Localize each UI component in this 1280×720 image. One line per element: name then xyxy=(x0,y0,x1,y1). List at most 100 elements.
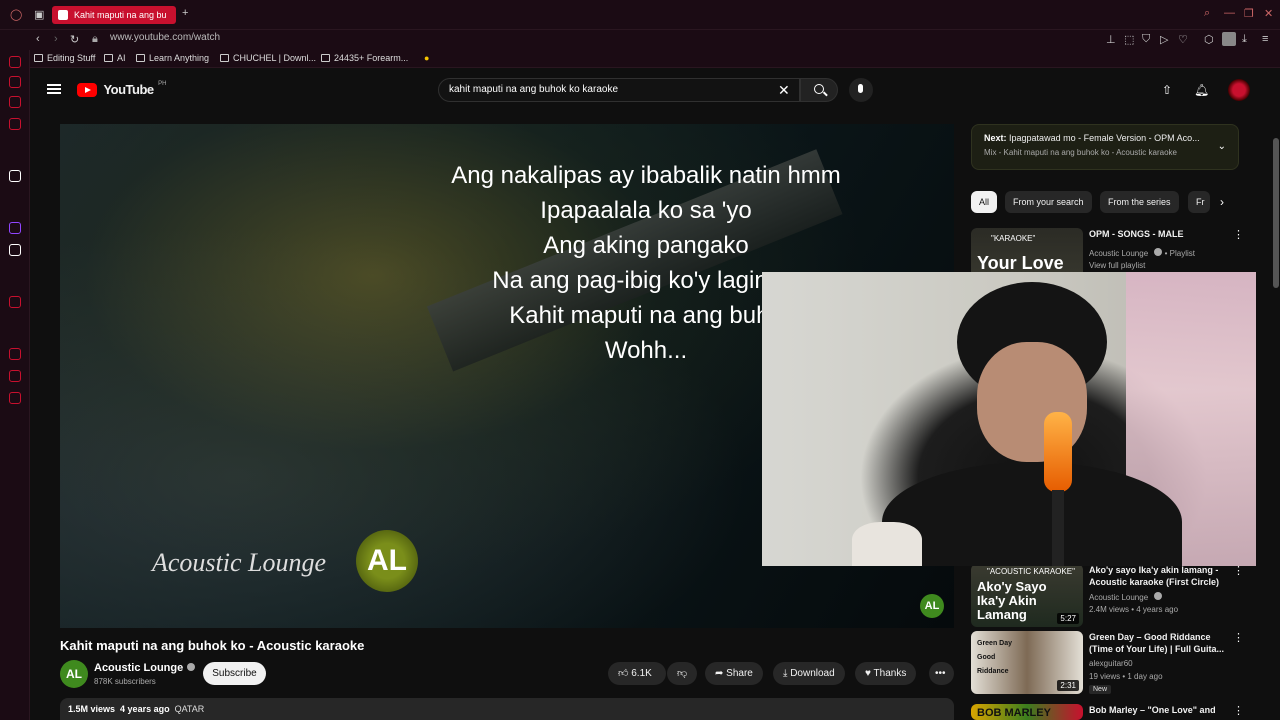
list-item[interactable]: "ACOUSTIC KARAOKE" Ako'y Sayo Ika'y Akin… xyxy=(971,564,1271,634)
forward-icon[interactable]: › xyxy=(54,33,58,45)
tab-title: Kahit maputi na ang bu xyxy=(74,10,167,20)
close-window-icon[interactable]: ✕ xyxy=(1264,7,1273,20)
opera-logo-icon[interactable]: ◯ xyxy=(10,8,22,21)
channel-branding-icon[interactable]: AL xyxy=(920,594,944,618)
channel-watermark: Acoustic Lounge xyxy=(152,548,327,577)
description-box[interactable]: 1.5M views 4 years ago QATAR xyxy=(60,698,954,720)
upload-icon[interactable]: ⇧ xyxy=(1162,83,1172,97)
dislike-button[interactable]: 👎︎ xyxy=(667,662,697,685)
chevron-right-icon[interactable]: › xyxy=(1220,195,1224,209)
new-tab-icon[interactable]: + xyxy=(182,7,188,19)
media-icon[interactable] xyxy=(9,118,21,130)
youtube-play-icon xyxy=(77,82,97,97)
verified-icon xyxy=(187,663,196,671)
search-input[interactable]: kahit maputi na ang buhok ko karaoke xyxy=(438,78,800,102)
whatsapp-icon[interactable] xyxy=(9,96,21,108)
snapshot-icon[interactable]: ⬚ xyxy=(1124,33,1134,46)
up-next-mix-panel[interactable]: Next: Ipagpatawad mo - Female Version - … xyxy=(971,124,1239,170)
more-horizontal-icon: ••• xyxy=(935,668,946,679)
bookmark-chuchel[interactable]: CHUCHEL | Downl... xyxy=(220,53,316,63)
channel-avatar[interactable]: AL xyxy=(60,660,88,688)
verified-icon xyxy=(1154,248,1163,256)
channel-name-link[interactable]: Acoustic Lounge xyxy=(94,662,196,674)
search-button[interactable] xyxy=(800,78,838,102)
extensions-icon[interactable]: ⬡ xyxy=(1204,33,1214,46)
maximize-icon[interactable]: ❐ xyxy=(1244,7,1254,20)
hamburger-menu-icon[interactable] xyxy=(47,84,61,94)
rec-title[interactable]: Bob Marley – "One Love" and xyxy=(1089,704,1229,716)
rec-title[interactable]: Ako'y sayo Ika'y akin lamang - Acoustic … xyxy=(1089,564,1229,588)
address-bar: ‹ › ↻ 🔒︎ www.youtube.com/watch ⊥ ⬚ ⛉ ▷ ♡… xyxy=(0,30,1280,50)
list-item[interactable]: Green Day Good Riddance 2:31 Green Day –… xyxy=(971,631,1271,701)
chevron-down-icon[interactable]: ⌄ xyxy=(1218,141,1226,152)
download-button[interactable]: ⤓ Download xyxy=(773,662,845,685)
bookmark-learn-anything[interactable]: Learn Anything xyxy=(136,53,209,63)
page-icon xyxy=(220,54,229,62)
subscribe-button[interactable]: Subscribe xyxy=(203,662,266,685)
rec-stats: 2.4M views • 4 years ago xyxy=(1089,605,1179,614)
youtube-logo[interactable]: YouTube PH xyxy=(77,81,166,99)
rec-thumbnail[interactable]: BOB MARLEY xyxy=(971,704,1083,720)
x-icon[interactable] xyxy=(9,244,21,256)
player-icon[interactable]: ▷ xyxy=(1160,33,1168,46)
share-button[interactable]: ➦ Share xyxy=(705,662,763,685)
bookmarks-bar: Editing Stuff AI Learn Anything CHUCHEL … xyxy=(0,50,1280,68)
thanks-button[interactable]: ♥ Thanks xyxy=(855,662,917,685)
like-button[interactable]: 👍︎ 6.1K xyxy=(608,662,666,685)
messenger-icon[interactable] xyxy=(9,76,21,88)
shield-icon[interactable]: ⛉ xyxy=(1142,33,1150,46)
rec-thumbnail[interactable]: Green Day Good Riddance 2:31 xyxy=(971,631,1083,694)
flow-icon[interactable] xyxy=(9,56,21,68)
chip-more[interactable]: Fr xyxy=(1188,191,1210,213)
more-vertical-icon[interactable]: ⋮ xyxy=(1233,631,1244,644)
pin-icon[interactable]: ⊥ xyxy=(1106,33,1116,46)
page-scrollbar[interactable] xyxy=(1273,138,1279,288)
history-icon[interactable] xyxy=(9,348,21,360)
more-vertical-icon[interactable]: ⋮ xyxy=(1233,228,1244,241)
verified-icon xyxy=(1154,592,1163,600)
twitch-icon[interactable] xyxy=(9,222,21,234)
download-icon[interactable]: ⤓ xyxy=(1242,33,1247,46)
rec-title[interactable]: OPM - SONGS - MALE xyxy=(1089,228,1229,240)
bookmark-ai[interactable]: AI xyxy=(104,53,126,63)
bookmark-forearm[interactable]: 24435+ Forearm... xyxy=(321,53,408,63)
tab-youtube[interactable]: Kahit maputi na ang bu xyxy=(52,6,176,24)
player-sidebar-icon[interactable] xyxy=(9,296,21,308)
browser-tab-bar: ◯ ▣ Kahit maputi na ang bu + ⌕ — ❐ ✕ xyxy=(0,0,1280,30)
list-item[interactable]: BOB MARLEY Bob Marley – "One Love" and ⋮ xyxy=(971,704,1271,720)
clear-search-icon[interactable]: ✕ xyxy=(778,82,790,99)
chip-all[interactable]: All xyxy=(971,191,998,213)
lyric-line: Ang nakalipas ay ibabalik natin hmm xyxy=(451,162,841,189)
chat-icon[interactable] xyxy=(9,370,21,382)
thumbs-up-icon: 👍︎ xyxy=(618,668,632,679)
chip-from-the-series[interactable]: From the series xyxy=(1100,191,1179,213)
url-field[interactable]: www.youtube.com/watch xyxy=(110,32,220,43)
more-actions-button[interactable]: ••• xyxy=(929,662,954,685)
settings-icon[interactable] xyxy=(9,392,21,404)
chip-from-your-search[interactable]: From your search xyxy=(1005,191,1092,213)
reload-icon[interactable]: ↻ xyxy=(70,33,79,46)
search-tabs-icon[interactable]: ⌕ xyxy=(1204,7,1210,20)
tab-island-icon[interactable]: ▣ xyxy=(34,8,44,21)
rec-thumbnail[interactable]: "ACOUSTIC KARAOKE" Ako'y Sayo Ika'y Akin… xyxy=(971,564,1083,627)
minimize-icon[interactable]: — xyxy=(1224,7,1235,19)
youtube-favicon-icon xyxy=(58,10,68,20)
ai-icon[interactable] xyxy=(9,170,21,182)
notifications-bell-icon[interactable]: 🔔︎ xyxy=(1194,83,1209,97)
profile-icon[interactable] xyxy=(1222,32,1236,46)
more-vertical-icon[interactable]: ⋮ xyxy=(1233,704,1244,717)
account-avatar[interactable] xyxy=(1228,79,1250,101)
super-thanks-icon: ♥ xyxy=(865,668,874,679)
page-icon xyxy=(321,54,330,62)
warning-icon[interactable]: ● xyxy=(424,53,429,63)
voice-search-button[interactable] xyxy=(849,78,873,102)
lyric-line: Ang aking pangako xyxy=(543,232,749,259)
share-icon: ➦ xyxy=(715,668,727,679)
menu-icon[interactable]: ≡ xyxy=(1262,33,1268,45)
back-icon[interactable]: ‹ xyxy=(36,33,40,45)
view-full-playlist-link[interactable]: View full playlist xyxy=(1089,261,1145,270)
rec-title[interactable]: Green Day – Good Riddance (Time of Your … xyxy=(1089,631,1229,655)
heart-icon[interactable]: ♡ xyxy=(1178,33,1188,46)
webcam-overlay xyxy=(762,272,1256,566)
bookmark-editing-stuff[interactable]: Editing Stuff xyxy=(34,53,95,63)
